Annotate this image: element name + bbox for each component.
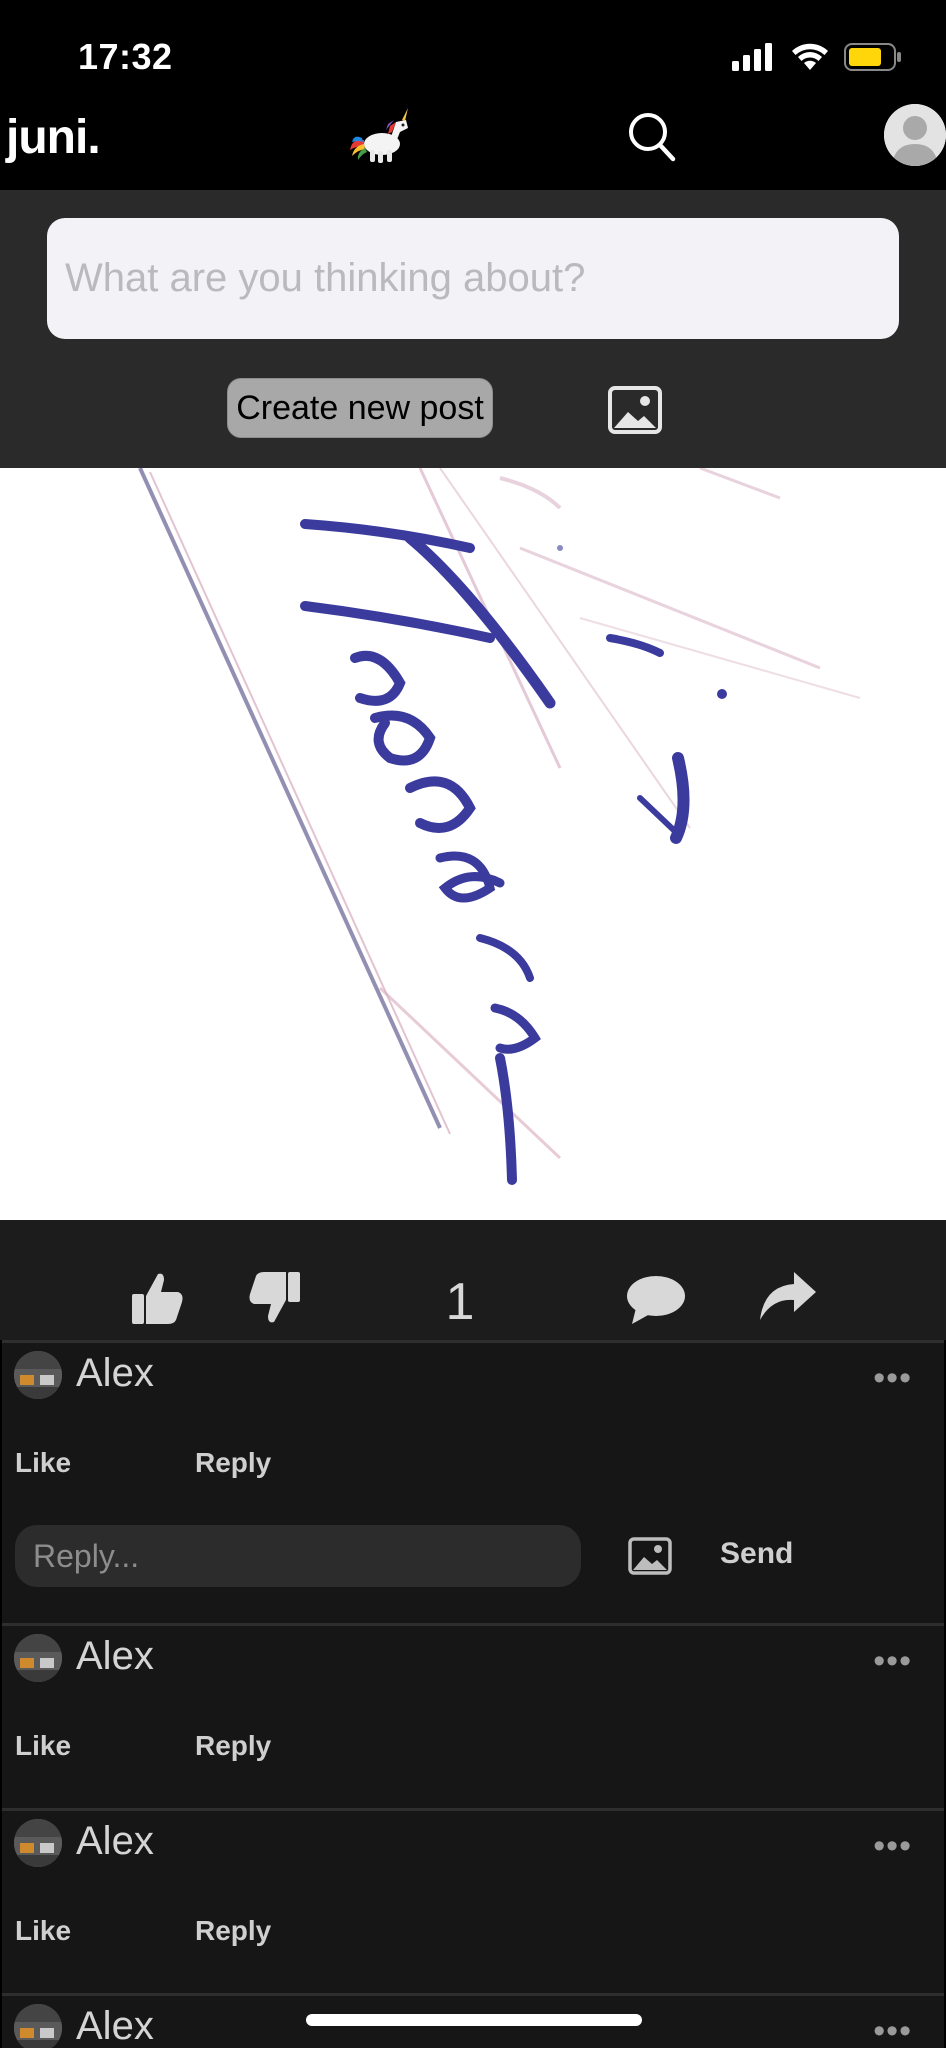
wifi-icon: [792, 43, 828, 70]
brand-name[interactable]: juni.: [6, 110, 101, 165]
comment-item: Alex ••• Like Reply Send: [2, 1340, 944, 1623]
comment-item: Alex ••• Like Reply: [2, 1623, 944, 1808]
commenter-avatar-image: [14, 2004, 62, 2048]
status-time: 17:32: [78, 36, 173, 77]
status-icons: [732, 42, 902, 72]
commenter-avatar[interactable]: [14, 1634, 62, 1682]
app-header: juni.: [0, 100, 946, 190]
comment-author[interactable]: Alex: [76, 1634, 154, 1679]
thumbs-down-icon[interactable]: [248, 1270, 302, 1326]
comment-author[interactable]: Alex: [76, 1351, 154, 1396]
more-options-button[interactable]: •••: [873, 1829, 912, 1863]
post-image[interactable]: [0, 468, 946, 1220]
composer-input[interactable]: [47, 218, 899, 339]
create-post-button[interactable]: Create new post: [227, 378, 493, 438]
comment-reply-button[interactable]: Reply: [195, 1915, 271, 1947]
search-icon[interactable]: [624, 106, 680, 166]
like-count: 1: [445, 1273, 475, 1331]
comment-like-button[interactable]: Like: [15, 1915, 71, 1947]
image-icon[interactable]: [608, 386, 662, 434]
commenter-avatar-image: [14, 1351, 62, 1399]
commenter-avatar[interactable]: [14, 1351, 62, 1399]
default-avatar-icon: [884, 104, 946, 166]
share-icon[interactable]: [758, 1270, 818, 1322]
comment-reply-button[interactable]: Reply: [195, 1730, 271, 1762]
post-composer: Create new post: [0, 190, 946, 468]
handwritten-signature-image: [0, 468, 946, 1220]
comment-like-button[interactable]: Like: [15, 1447, 71, 1479]
thumbs-up-icon[interactable]: [130, 1270, 184, 1326]
more-options-button[interactable]: •••: [873, 1361, 912, 1395]
unicorn-logo-icon[interactable]: [346, 106, 414, 166]
profile-avatar[interactable]: [884, 104, 946, 166]
commenter-avatar[interactable]: [14, 1819, 62, 1867]
status-bar: 17:32: [0, 0, 946, 100]
more-options-button[interactable]: •••: [873, 1644, 912, 1678]
comment-author[interactable]: Alex: [76, 2004, 154, 2048]
comment-like-button[interactable]: Like: [15, 1730, 71, 1762]
commenter-avatar-image: [14, 1634, 62, 1682]
comment-author[interactable]: Alex: [76, 1819, 154, 1864]
comment-icon[interactable]: [626, 1274, 686, 1326]
reply-image-icon[interactable]: [628, 1537, 672, 1575]
more-options-button[interactable]: •••: [873, 2014, 912, 2048]
cellular-signal-icon: [732, 43, 772, 71]
home-indicator: [306, 2014, 642, 2026]
send-button[interactable]: Send: [720, 1537, 793, 1571]
commenter-avatar-image: [14, 1819, 62, 1867]
battery-icon: [844, 43, 901, 71]
reply-input[interactable]: [15, 1525, 581, 1587]
comment-reply-button[interactable]: Reply: [195, 1447, 271, 1479]
post-actions-bar: 1: [0, 1220, 946, 1340]
comment-item: Alex ••• Like Reply: [2, 1808, 944, 1993]
commenter-avatar[interactable]: [14, 2004, 62, 2048]
